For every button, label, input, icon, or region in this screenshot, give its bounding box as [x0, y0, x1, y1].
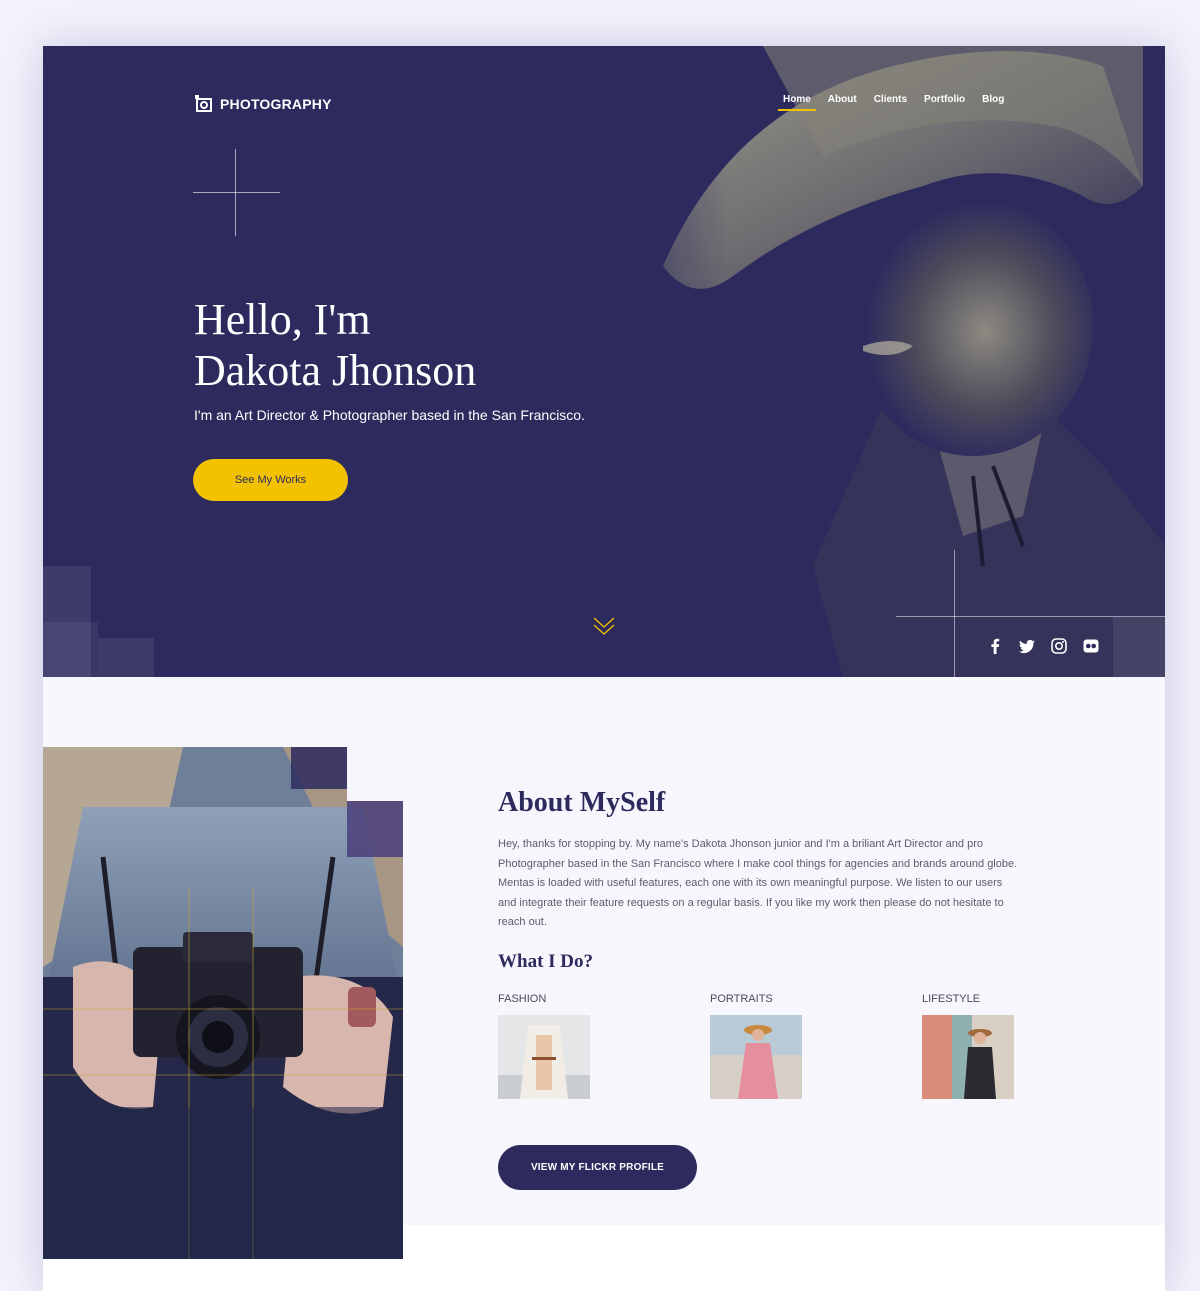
service-label: FASHION	[498, 993, 547, 1005]
decorative-line-horizontal	[896, 616, 1165, 617]
hero-subtitle: I'm an Art Director & Photographer based…	[194, 407, 585, 423]
hero-title: Hello, I'm Dakota Jhonson	[194, 295, 477, 395]
brand-name: PHOTOGRAPHY	[220, 96, 332, 112]
social-links	[986, 637, 1100, 655]
service-lifestyle: LIFESTYLE	[922, 993, 1014, 1099]
twitter-icon[interactable]	[1018, 637, 1036, 655]
service-fashion: FASHION	[498, 993, 590, 1099]
nav-item-portfolio[interactable]: Portfolio	[919, 94, 970, 111]
hero-portrait-image	[583, 46, 1165, 677]
service-label: LIFESTYLE	[922, 993, 981, 1005]
decorative-plus-horizontal	[193, 192, 280, 193]
decorative-square	[1113, 617, 1165, 677]
page-frame: PHOTOGRAPHY Home About Clients Portfolio…	[43, 46, 1165, 1291]
chevron-down-icon[interactable]	[592, 615, 616, 637]
decorative-square	[43, 622, 98, 677]
flickr-icon[interactable]	[1082, 637, 1100, 655]
nav-item-about[interactable]: About	[823, 94, 862, 111]
service-label: PORTRAITS	[710, 993, 773, 1005]
lifestyle-thumbnail[interactable]	[922, 1015, 1014, 1099]
about-title: About MySelf	[498, 787, 666, 818]
portraits-thumbnail[interactable]	[710, 1015, 802, 1099]
about-camera-image	[43, 747, 403, 1259]
facebook-icon[interactable]	[986, 637, 1004, 655]
main-nav: Home About Clients Portfolio Blog	[778, 94, 1016, 111]
camera-icon	[195, 95, 212, 112]
nav-item-home[interactable]: Home	[778, 94, 816, 111]
about-section: About MySelf Hey, thanks for stopping by…	[43, 677, 1165, 1259]
decorative-square	[98, 638, 154, 677]
instagram-icon[interactable]	[1050, 637, 1068, 655]
service-portraits: PORTRAITS	[710, 993, 802, 1099]
nav-item-blog[interactable]: Blog	[977, 94, 1009, 111]
decorative-line-vertical	[954, 550, 955, 677]
view-flickr-profile-button[interactable]: VIEW MY FLICKR PROFILE	[498, 1145, 697, 1190]
what-i-do-title: What I Do?	[498, 951, 594, 972]
see-my-works-button[interactable]: See My Works	[193, 459, 348, 501]
nav-item-clients[interactable]: Clients	[869, 94, 912, 111]
brand-logo[interactable]: PHOTOGRAPHY	[194, 94, 332, 114]
about-body-text: Hey, thanks for stopping by. My name's D…	[498, 838, 1018, 929]
hero-section: PHOTOGRAPHY Home About Clients Portfolio…	[43, 46, 1165, 677]
fashion-thumbnail[interactable]	[498, 1015, 590, 1099]
